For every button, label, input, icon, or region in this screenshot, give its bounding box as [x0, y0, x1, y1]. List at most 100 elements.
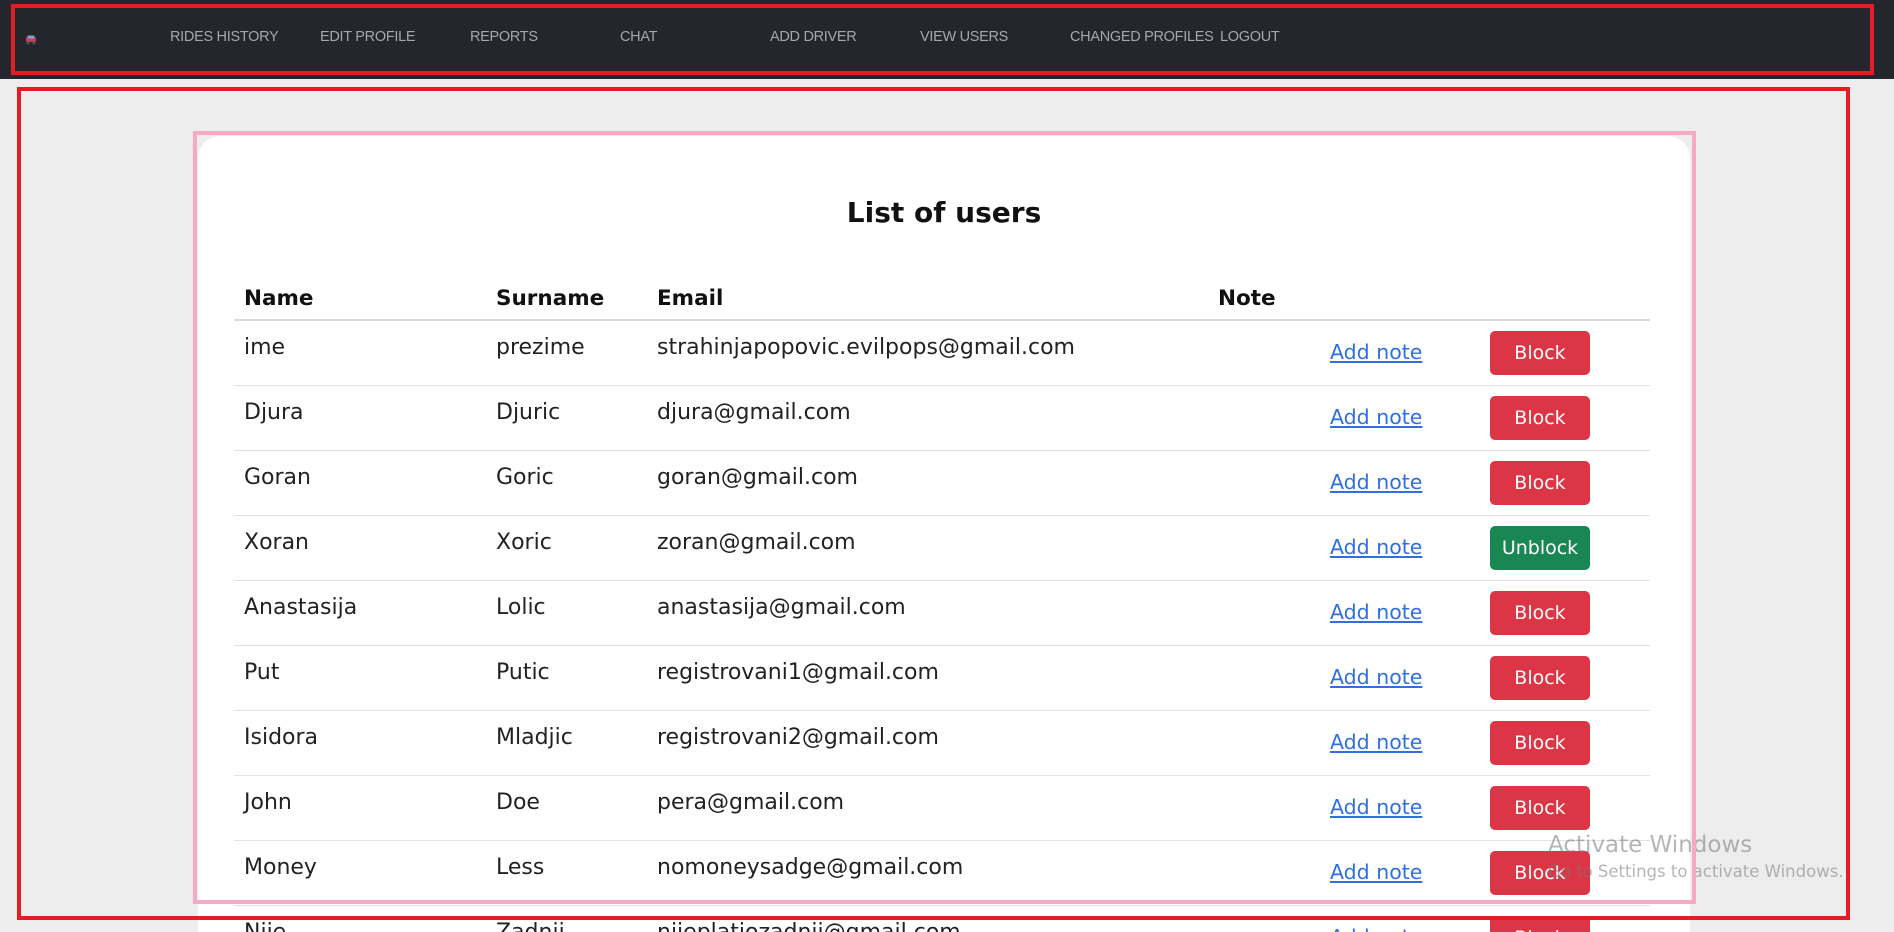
cell-action: Block	[1480, 710, 1650, 776]
cell-surname: Djuric	[486, 385, 647, 451]
cell-add-note: Add note	[1320, 645, 1480, 711]
column-header-surname: Surname	[486, 276, 647, 321]
block-button[interactable]: Block	[1490, 460, 1590, 505]
table-row: ime prezime strahinjapopovic.evilpops@gmai…	[234, 320, 1650, 386]
cell-surname: prezime	[486, 320, 647, 386]
cell-action: Block	[1480, 320, 1650, 386]
nav-logout[interactable]: LOGOUT	[1220, 29, 1280, 45]
block-button[interactable]: Block	[1490, 785, 1590, 830]
table-row: Anastasija Lolic anastasija@gmail.com Add n…	[234, 580, 1650, 646]
table-row: Money Less nomoneysadge@gmail.com Add note B…	[234, 840, 1650, 906]
cell-add-note: Add note	[1320, 840, 1480, 906]
column-header-note: Note	[1208, 276, 1320, 321]
add-note-link[interactable]: Add note	[1330, 405, 1422, 429]
cell-surname: Doe	[486, 775, 647, 841]
car-icon[interactable]	[25, 35, 37, 45]
block-button[interactable]: Block	[1490, 590, 1590, 635]
column-header-name: Name	[234, 276, 486, 321]
cell-name: Xoran	[234, 515, 486, 581]
nav-add-driver[interactable]: ADD DRIVER	[770, 29, 857, 45]
block-button[interactable]: Block	[1490, 330, 1590, 375]
cell-surname: Xoric	[486, 515, 647, 581]
add-note-link[interactable]: Add note	[1330, 925, 1422, 932]
cell-email: registrovani1@gmail.com	[647, 645, 1208, 711]
cell-name: Money	[234, 840, 486, 906]
add-note-link[interactable]: Add note	[1330, 600, 1422, 624]
cell-note	[1208, 580, 1320, 646]
cell-action: Unblock	[1480, 515, 1650, 581]
cell-name: Djura	[234, 385, 486, 451]
block-button[interactable]: Block	[1490, 915, 1590, 932]
add-note-link[interactable]: Add note	[1330, 860, 1422, 884]
add-note-link[interactable]: Add note	[1330, 535, 1422, 559]
cell-note	[1208, 710, 1320, 776]
cell-add-note: Add note	[1320, 450, 1480, 516]
column-header-empty	[1320, 276, 1480, 321]
table-row: John Doe pera@gmail.com Add note Block	[234, 775, 1650, 841]
add-note-link[interactable]: Add note	[1330, 730, 1422, 754]
page-title: List of users	[846, 196, 1042, 229]
watermark-subtitle: Go to Settings to activate Windows.	[1548, 862, 1844, 881]
add-note-link[interactable]: Add note	[1330, 795, 1422, 819]
cell-add-note: Add note	[1320, 320, 1480, 386]
cell-email: pera@gmail.com	[647, 775, 1208, 841]
cell-note	[1208, 515, 1320, 581]
cell-note	[1208, 775, 1320, 841]
cell-email: zoran@gmail.com	[647, 515, 1208, 581]
cell-name: Goran	[234, 450, 486, 516]
table-row: Isidora Mladjic registrovani2@gmail.com Add…	[234, 710, 1650, 776]
cell-note	[1208, 840, 1320, 906]
cell-action: Block	[1480, 450, 1650, 516]
cell-email: anastasija@gmail.com	[647, 580, 1208, 646]
cell-name: Isidora	[234, 710, 486, 776]
top-navbar: RIDES HISTORY EDIT PROFILE REPORTS CHAT …	[0, 0, 1894, 79]
cell-note	[1208, 645, 1320, 711]
cell-action: Block	[1480, 645, 1650, 711]
cell-add-note: Add note	[1320, 580, 1480, 646]
table-row: Goran Goric goran@gmail.com Add note Block	[234, 450, 1650, 516]
cell-name: ime	[234, 320, 486, 386]
nav-edit-profile[interactable]: EDIT PROFILE	[320, 29, 416, 45]
table-header-row: Name Surname Email Note	[234, 276, 1650, 321]
cell-email: nijeplatiozadnji@gmail.com	[647, 905, 1208, 932]
cell-name: Nije	[234, 905, 486, 932]
cell-surname: Less	[486, 840, 647, 906]
cell-surname: Lolic	[486, 580, 647, 646]
cell-action: Block	[1480, 905, 1650, 932]
cell-note	[1208, 450, 1320, 516]
table-row: Xoran Xoric zoran@gmail.com Add note Unblock	[234, 515, 1650, 581]
cell-name: Anastasija	[234, 580, 486, 646]
cell-action: Block	[1480, 775, 1650, 841]
nav-view-users[interactable]: VIEW USERS	[920, 29, 1008, 45]
column-header-email: Email	[647, 276, 1208, 321]
nav-rides-history[interactable]: RIDES HISTORY	[170, 29, 279, 45]
cell-surname: Putic	[486, 645, 647, 711]
cell-email: strahinjapopovic.evilpops@gmail.com	[647, 320, 1208, 386]
add-note-link[interactable]: Add note	[1330, 665, 1422, 689]
cell-add-note: Add note	[1320, 775, 1480, 841]
nav-chat[interactable]: CHAT	[620, 29, 658, 45]
nav-changed-profiles[interactable]: CHANGED PROFILES	[1070, 29, 1214, 45]
add-note-link[interactable]: Add note	[1330, 470, 1422, 494]
block-button[interactable]: Block	[1490, 395, 1590, 440]
table-row: NijeZadnjinijeplatiozadnji@gmail.com Add …	[234, 905, 1650, 932]
unblock-button[interactable]: Unblock	[1490, 525, 1590, 570]
cell-note	[1208, 385, 1320, 451]
cell-surname: Zadnji	[486, 905, 647, 932]
block-button[interactable]: Block	[1490, 655, 1590, 700]
cell-email: djura@gmail.com	[647, 385, 1208, 451]
users-table: Name Surname Email Note ime prezime strahi…	[234, 276, 1650, 932]
cell-add-note: Add note	[1320, 385, 1480, 451]
cell-action: Block	[1480, 580, 1650, 646]
add-note-link[interactable]: Add note	[1330, 340, 1422, 364]
cell-add-note: Add note	[1320, 905, 1480, 932]
table-row: Put Putic registrovani1@gmail.com Add note B…	[234, 645, 1650, 711]
cell-action: Block	[1480, 385, 1650, 451]
nav-reports[interactable]: REPORTS	[470, 29, 538, 45]
block-button[interactable]: Block	[1490, 720, 1590, 765]
cell-email: nomoneysadge@gmail.com	[647, 840, 1208, 906]
cell-surname: Mladjic	[486, 710, 647, 776]
cell-add-note: Add note	[1320, 515, 1480, 581]
users-card: List of users Name Surname Email Note im…	[198, 136, 1690, 932]
cell-name: Put	[234, 645, 486, 711]
